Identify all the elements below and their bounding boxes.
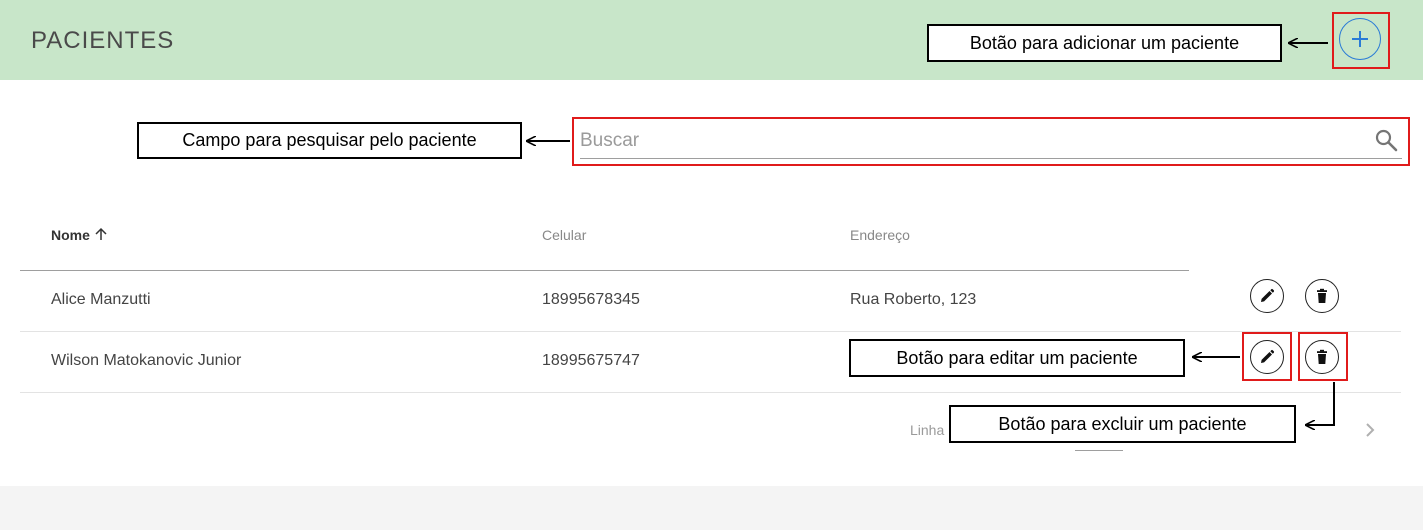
rows-per-page-label: Linha [910, 422, 945, 438]
row-divider [20, 392, 1401, 393]
column-header-celular[interactable]: Celular [542, 227, 586, 243]
page-title: PACIENTES [31, 27, 175, 54]
header-divider [20, 270, 1189, 271]
column-header-label: Nome [51, 227, 90, 243]
highlight-delete-button [1298, 332, 1348, 381]
sort-ascending-icon [95, 227, 107, 240]
rows-per-page-select-underline[interactable] [1075, 450, 1123, 451]
highlight-search-field [572, 117, 1410, 166]
cell-nome: Alice Manzutti [51, 291, 151, 308]
callout-edit-button: Botão para editar um paciente [849, 339, 1185, 377]
highlight-add-button [1332, 12, 1390, 69]
cell-nome: Wilson Matokanovic Junior [51, 352, 242, 369]
callout-search-field: Campo para pesquisar pelo paciente [137, 122, 522, 159]
cell-celular: 18995675747 [542, 352, 640, 369]
highlight-edit-button [1242, 332, 1292, 381]
trash-icon [1317, 288, 1327, 303]
cell-celular: 18995678345 [542, 291, 640, 308]
column-header-nome[interactable]: Nome [51, 227, 108, 243]
callout-delete-button: Botão para excluir um paciente [949, 405, 1296, 443]
column-header-endereco[interactable]: Endereço [850, 227, 910, 243]
callout-add-button: Botão para adicionar um paciente [927, 24, 1282, 62]
cell-endereco: Rua Roberto, 123 [850, 291, 977, 308]
chevron-right-icon[interactable] [1360, 420, 1380, 440]
pencil-icon [1261, 288, 1275, 302]
row-divider [20, 331, 1401, 332]
delete-button[interactable] [1305, 279, 1339, 313]
edit-button[interactable] [1250, 279, 1284, 313]
